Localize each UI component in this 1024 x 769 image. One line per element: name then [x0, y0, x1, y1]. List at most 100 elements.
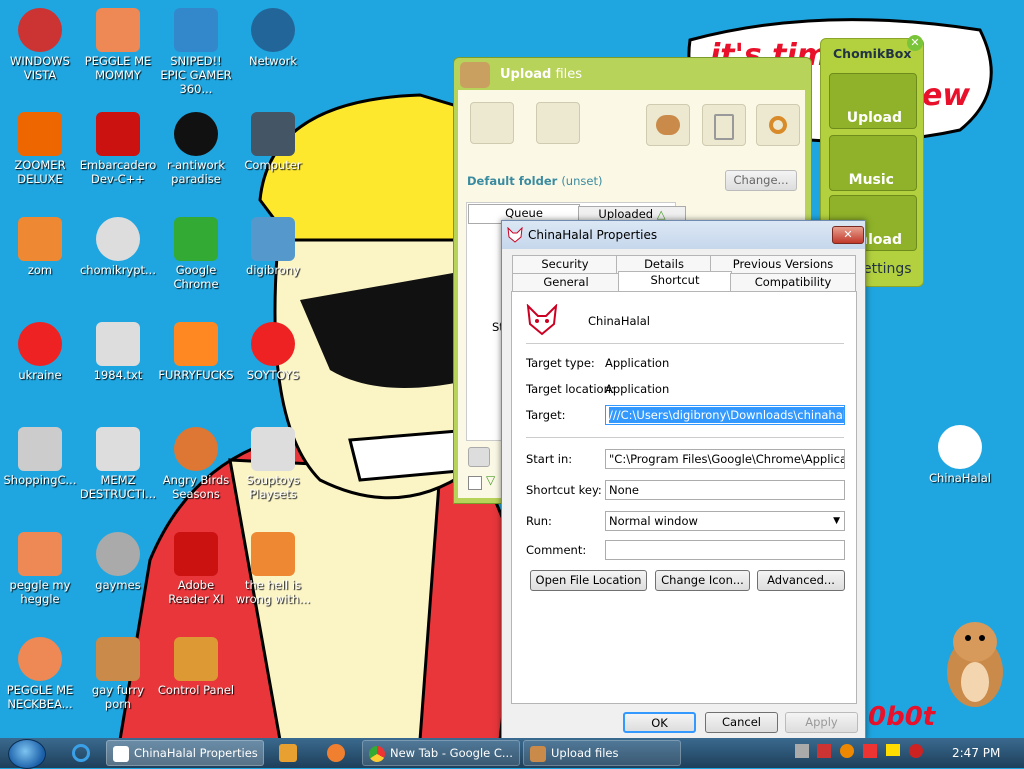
advanced-button[interactable]: Advanced...: [757, 570, 845, 591]
target-location-label: Target location:: [526, 382, 615, 396]
hamster-desktop-icon[interactable]: [940, 612, 1010, 712]
desktop-icon[interactable]: Google Chrome: [156, 217, 236, 291]
desktop-icon[interactable]: PEGGLE ME NECKBEA...: [0, 637, 80, 711]
desktop-icon-image: [251, 112, 295, 156]
internet-explorer-icon[interactable]: [72, 744, 90, 762]
media-player-icon[interactable]: [279, 744, 297, 762]
start-in-input[interactable]: "C:\Program Files\Google\Chrome\Applicat…: [605, 449, 845, 469]
desktop-icon[interactable]: Computer: [233, 112, 313, 172]
target-label: Target:: [526, 408, 566, 422]
properties-title-bar: ChinaHalal Properties ✕: [502, 221, 865, 249]
desktop-icon-image: [18, 637, 62, 681]
desktop-icon-label: gay furry porn: [91, 683, 145, 711]
hamster-button[interactable]: [646, 104, 690, 146]
desktop-icon[interactable]: Network: [233, 8, 313, 68]
add-file-button[interactable]: [470, 102, 514, 144]
desktop-icon[interactable]: MEMZ DESTRUCTI...: [78, 427, 158, 501]
desktop-icon-label: ChinaHalal: [929, 471, 991, 485]
chomikbox-upload-button[interactable]: Upload: [829, 73, 917, 129]
settings-button[interactable]: [756, 104, 800, 146]
desktop-icon-label: ZOOMER DELUXE: [14, 158, 66, 186]
shortcut-panel: ChinaHalal Target type: Application Targ…: [511, 291, 857, 704]
ok-button[interactable]: OK: [623, 712, 696, 733]
clipboard-button[interactable]: [702, 104, 746, 146]
desktop-icon[interactable]: Control Panel: [156, 637, 236, 697]
pause-button[interactable]: [468, 447, 490, 467]
tray-icon-5[interactable]: [886, 744, 900, 756]
desktop-icon[interactable]: ChinaHalal: [920, 425, 1000, 485]
desktop-icon-label: Computer: [244, 158, 302, 172]
close-button[interactable]: ✕: [832, 226, 864, 244]
desktop-icon-image: [96, 8, 140, 52]
tab-general[interactable]: General: [512, 273, 620, 293]
desktop-icon[interactable]: Souptoys Playsets: [233, 427, 313, 501]
desktop-icon[interactable]: digibrony: [233, 217, 313, 277]
chrome-icon: [369, 745, 385, 762]
clock[interactable]: 2:47 PM: [952, 746, 1000, 760]
open-file-location-button[interactable]: Open File Location: [530, 570, 647, 591]
close-icon[interactable]: ✕: [907, 35, 923, 51]
desktop-icon-image: [18, 427, 62, 471]
desktop-icon[interactable]: SNIPED!! EPIC GAMER 360...: [156, 8, 236, 96]
desktop-icon[interactable]: ZOOMER DELUXE: [0, 112, 80, 186]
target-input[interactable]: ///C:\Users\digibrony\Downloads\chinahal…: [605, 405, 845, 425]
desktop-icon-image: [174, 112, 218, 156]
desktop-icon[interactable]: gay furry porn: [78, 637, 158, 711]
desktop-icon[interactable]: SOYTOYS: [233, 322, 313, 382]
start-button[interactable]: [8, 739, 46, 769]
desktop-icon[interactable]: Angry Birds Seasons: [156, 427, 236, 501]
desktop-icon-image: [96, 217, 140, 261]
change-icon-button[interactable]: Change Icon...: [655, 570, 750, 591]
chomikbox-settings-link[interactable]: ettings: [863, 261, 912, 277]
select-checkbox[interactable]: [468, 476, 482, 490]
desktop-icon[interactable]: peggle my heggle: [0, 532, 80, 606]
desktop-icon[interactable]: PEGGLE ME MOMMY: [78, 8, 158, 82]
wallpaper-speech-text-2: ew: [922, 78, 971, 113]
play-icon[interactable]: ▽: [486, 473, 495, 487]
desktop-icon[interactable]: gaymes: [78, 532, 158, 592]
desktop-icon[interactable]: Adobe Reader XI: [156, 532, 236, 606]
desktop-icon-label: chomikrypt...: [79, 263, 156, 277]
tray-icon-4[interactable]: [863, 744, 877, 758]
cancel-button[interactable]: Cancel: [705, 712, 778, 733]
tray-icon-3[interactable]: [840, 744, 854, 758]
tray-icon-6[interactable]: [909, 744, 923, 758]
chomikbox-music-button[interactable]: Music: [829, 135, 917, 191]
tab-compatibility[interactable]: Compatibility: [730, 273, 856, 293]
desktop-icon[interactable]: WINDOWS VISTA: [0, 8, 80, 82]
run-label: Run:: [526, 514, 552, 528]
change-folder-button[interactable]: Change...: [725, 170, 797, 191]
tab-security[interactable]: Security: [512, 255, 618, 275]
desktop-icon[interactable]: zom: [0, 217, 80, 277]
taskbar-item-properties[interactable]: ChinaHalal Properties: [106, 740, 264, 766]
taskbar-item-upload[interactable]: Upload files: [523, 740, 681, 766]
add-folder-button[interactable]: [536, 102, 580, 144]
properties-dialog[interactable]: ChinaHalal Properties ✕ Security Details…: [501, 220, 866, 740]
desktop-icon[interactable]: the hell is wrong with...: [233, 532, 313, 606]
comment-input[interactable]: [605, 540, 845, 560]
apply-button[interactable]: Apply: [785, 712, 858, 733]
desktop-icon-label: FURRYFUCKS: [158, 368, 234, 382]
desktop-icon[interactable]: FURRYFUCKS: [156, 322, 236, 382]
tray-icons: [793, 744, 933, 762]
desktop-icon[interactable]: ShoppingC...: [0, 427, 80, 487]
taskbar-item-chrome[interactable]: New Tab - Google C...: [362, 740, 520, 766]
run-select[interactable]: Normal window ▼: [605, 511, 845, 531]
desktop-icon[interactable]: chomikrypt...: [78, 217, 158, 277]
desktop-icon[interactable]: ukraine: [0, 322, 80, 382]
desktop-icon[interactable]: 1984.txt: [78, 322, 158, 382]
tab-shortcut[interactable]: Shortcut: [618, 271, 732, 293]
tray-icon-2[interactable]: [817, 744, 831, 758]
desktop-icon-image: [18, 532, 62, 576]
shortcut-key-input[interactable]: None: [605, 480, 845, 500]
tray-icon-1[interactable]: [795, 744, 809, 758]
shortcut-name: ChinaHalal: [588, 314, 650, 328]
fox-icon: [526, 304, 558, 336]
desktop-icon[interactable]: Embarcadero Dev-C++: [78, 112, 158, 186]
desktop-icon-label: ShoppingC...: [3, 473, 77, 487]
default-folder-label: Default folder (unset): [467, 174, 603, 188]
divider: [526, 437, 844, 438]
uc-browser-icon[interactable]: [327, 744, 345, 762]
desktop-icon-image: [96, 427, 140, 471]
desktop-icon[interactable]: r-antiwork paradise: [156, 112, 236, 186]
